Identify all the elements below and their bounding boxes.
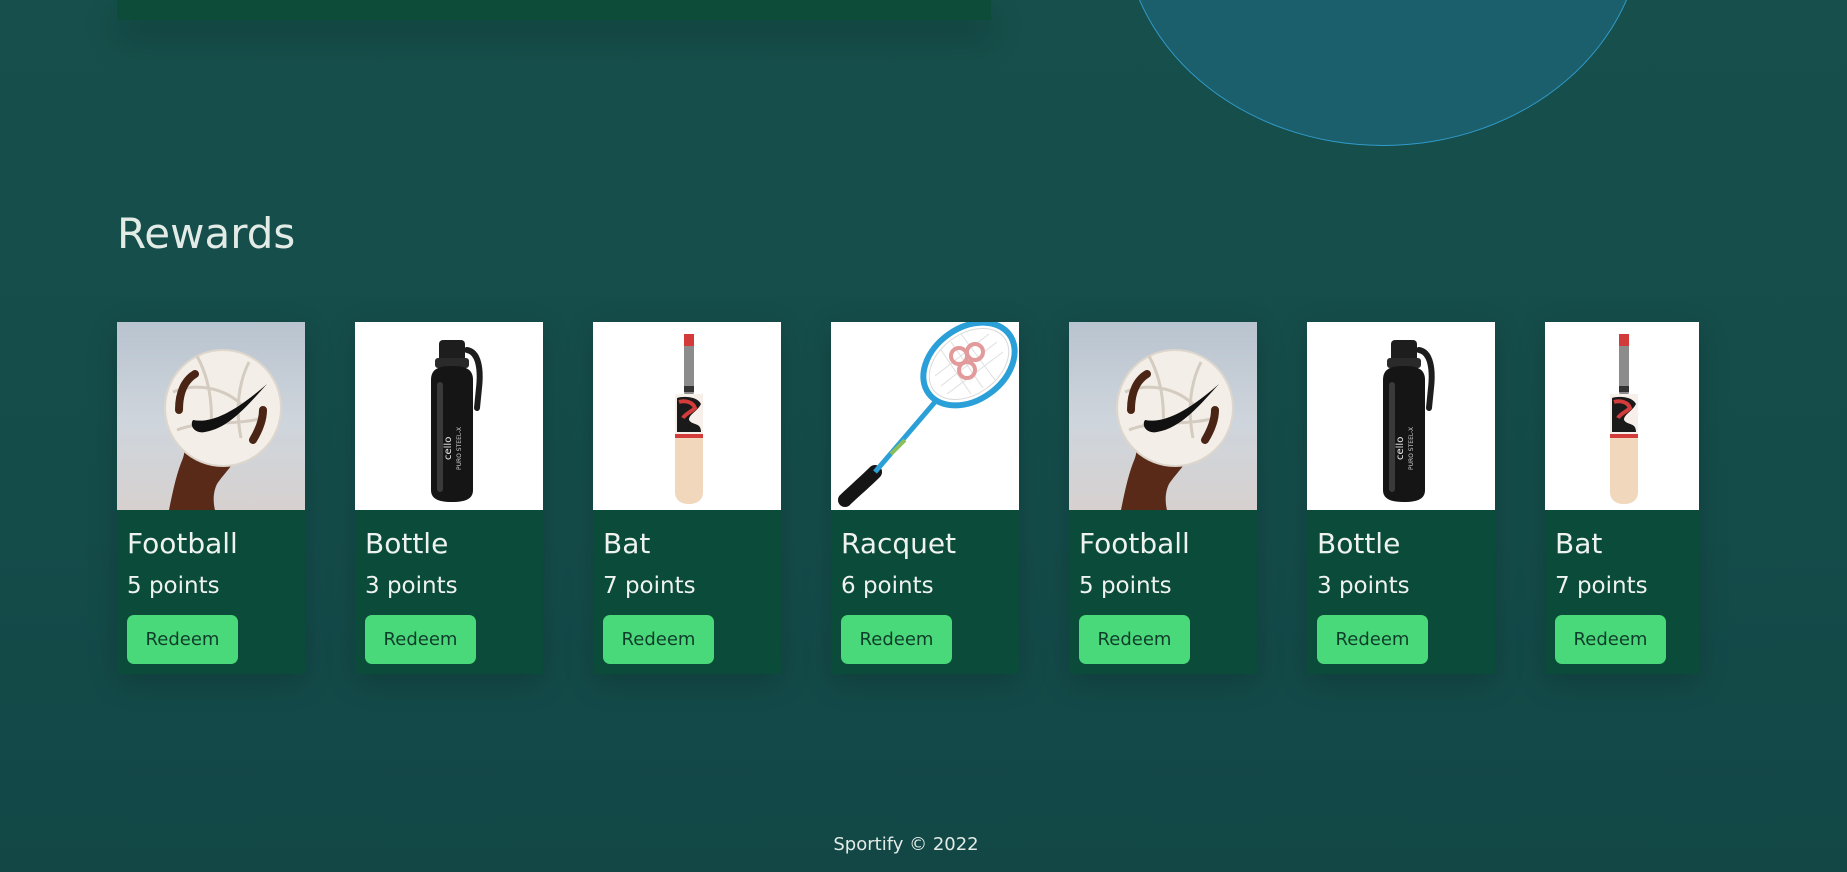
reward-points: 3 points (1317, 573, 1410, 599)
decorative-circle (1123, 0, 1643, 146)
redeem-button[interactable]: Redeem (603, 615, 714, 664)
reward-name: Bottle (365, 527, 449, 560)
rewards-title: Rewards (117, 209, 296, 258)
reward-points: 7 points (603, 573, 696, 599)
reward-card-football: Football 5 points Redeem (117, 322, 305, 674)
reward-card-bat: Bat 7 points Redeem (1545, 322, 1699, 674)
redeem-button[interactable]: Redeem (127, 615, 238, 664)
bat-image (1545, 322, 1699, 510)
reward-points: 7 points (1555, 573, 1648, 599)
reward-points: 6 points (841, 573, 934, 599)
bat-image (593, 322, 781, 510)
bottle-image (355, 322, 543, 510)
reward-card-bat: Bat 7 points Redeem (593, 322, 781, 674)
reward-name: Football (1079, 527, 1190, 560)
reward-name: Football (127, 527, 238, 560)
reward-name: Bat (1555, 527, 1603, 560)
rewards-list: Football 5 points Redeem Bottle 3 points… (117, 322, 1699, 674)
reward-name: Bat (603, 527, 651, 560)
redeem-button[interactable]: Redeem (365, 615, 476, 664)
reward-card-bottle: Bottle 3 points Redeem (1307, 322, 1495, 674)
redeem-button[interactable]: Redeem (1317, 615, 1428, 664)
reward-name: Racquet (841, 527, 957, 560)
reward-name: Bottle (1317, 527, 1401, 560)
football-image (1069, 322, 1257, 510)
bottle-image (1307, 322, 1495, 510)
redeem-button[interactable]: Redeem (1555, 615, 1666, 664)
page: Rewards Football 5 points Redeem Bottle … (0, 0, 1847, 872)
racquet-image (831, 322, 1019, 510)
reward-points: 5 points (1079, 573, 1172, 599)
reward-card-bottle: Bottle 3 points Redeem (355, 322, 543, 674)
footer-copyright: Sportify © 2022 (833, 834, 979, 855)
redeem-button[interactable]: Redeem (841, 615, 952, 664)
reward-points: 3 points (365, 573, 458, 599)
reward-card-football: Football 5 points Redeem (1069, 322, 1257, 674)
football-image (117, 322, 305, 510)
redeem-button[interactable]: Redeem (1079, 615, 1190, 664)
top-panel (117, 0, 991, 20)
reward-card-racquet: Racquet 6 points Redeem (831, 322, 1019, 674)
reward-points: 5 points (127, 573, 220, 599)
